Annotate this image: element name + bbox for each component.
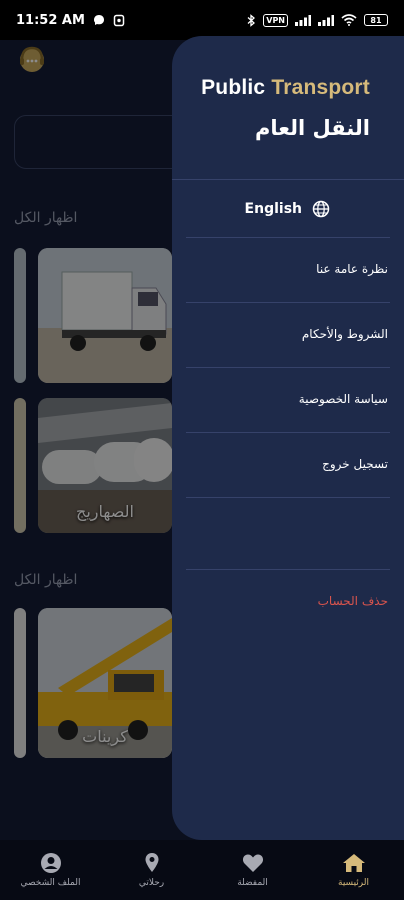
drawer-divider bbox=[186, 569, 390, 570]
signal-icon-2 bbox=[318, 14, 334, 26]
status-bar: 11:52 AM VPN 81 bbox=[0, 0, 404, 40]
battery-level: 81 bbox=[370, 15, 382, 25]
app-title-word-transport: Transport bbox=[271, 76, 370, 99]
nav-label-favorites: المفضلة bbox=[237, 878, 268, 888]
language-toggle[interactable]: English bbox=[245, 200, 330, 218]
drawer-divider bbox=[186, 302, 390, 303]
app-title-en: Public Transport bbox=[201, 76, 370, 100]
nav-profile[interactable]: الملف الشخصي bbox=[1, 852, 101, 888]
bottom-navigation: الملف الشخصي رحلاتي المفضلة الرئيسية bbox=[0, 840, 404, 900]
nav-label-trips: رحلاتي bbox=[138, 878, 165, 888]
menu-item-about[interactable]: نظرة عامة عنا bbox=[316, 262, 388, 276]
signal-icon bbox=[295, 14, 311, 26]
heart-icon bbox=[242, 854, 263, 872]
drawer-divider bbox=[186, 497, 390, 498]
app-title-ar: النقل العام bbox=[254, 116, 370, 140]
globe-icon bbox=[312, 200, 330, 218]
shield-icon bbox=[113, 14, 125, 27]
nav-label-home: الرئيسية bbox=[338, 878, 369, 888]
menu-item-terms[interactable]: الشروط والأحكام bbox=[302, 327, 388, 341]
messenger-icon bbox=[93, 14, 105, 26]
bluetooth-icon bbox=[247, 13, 256, 27]
nav-home[interactable]: الرئيسية bbox=[304, 852, 404, 888]
home-icon bbox=[342, 854, 365, 872]
language-label: English bbox=[244, 201, 302, 217]
nav-trips[interactable]: رحلاتي bbox=[102, 852, 202, 888]
wifi-icon bbox=[341, 14, 357, 26]
location-pin-icon bbox=[145, 853, 158, 872]
drawer-divider bbox=[186, 432, 390, 433]
app-title-word-public: Public bbox=[201, 76, 266, 99]
drawer-divider bbox=[172, 179, 404, 180]
nav-label-profile: الملف الشخصي bbox=[20, 878, 81, 888]
vpn-badge: VPN bbox=[263, 13, 288, 27]
nav-favorites[interactable]: المفضلة bbox=[203, 852, 303, 888]
person-icon bbox=[40, 853, 61, 873]
menu-item-logout[interactable]: تسجيل خروج bbox=[322, 457, 388, 471]
menu-item-privacy[interactable]: سياسة الخصوصية bbox=[299, 392, 388, 406]
status-time: 11:52 AM bbox=[16, 12, 85, 28]
side-drawer: Public Transport النقل العام English نظر… bbox=[172, 36, 404, 840]
drawer-divider bbox=[186, 237, 390, 238]
battery-icon: 81 bbox=[364, 14, 388, 26]
drawer-divider bbox=[186, 367, 390, 368]
delete-account-button[interactable]: حذف الحساب bbox=[318, 594, 388, 608]
